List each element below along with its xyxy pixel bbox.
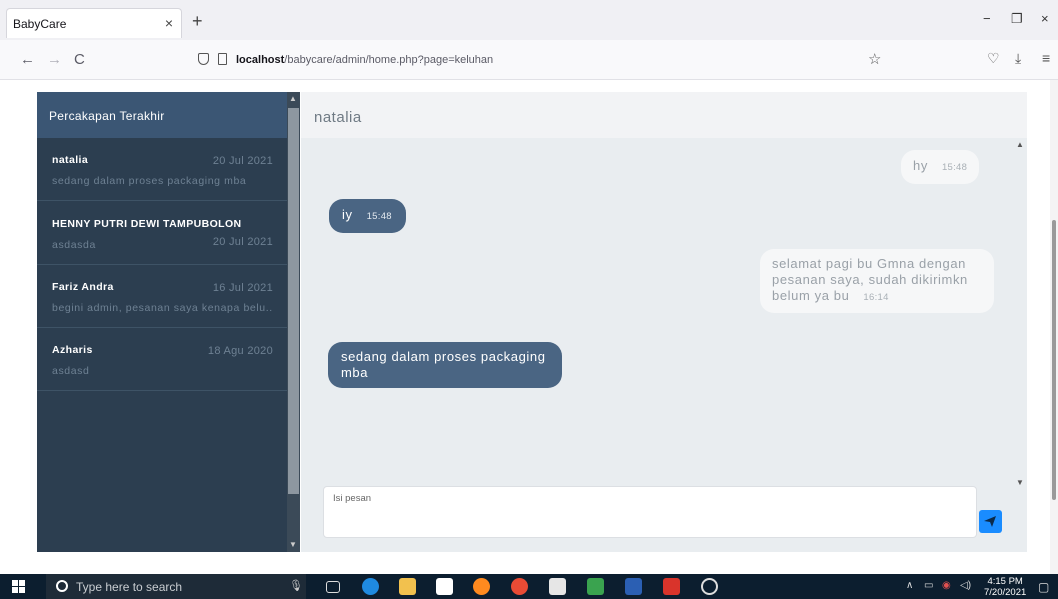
message-bubble-incoming: selamat pagi bu Gmna dengan pesanan saya… — [760, 249, 994, 313]
conversation-sidebar: Percakapan Terakhir natalia 20 Jul 2021 … — [37, 92, 287, 552]
back-icon[interactable]: ← — [20, 51, 35, 68]
taskbar-search[interactable]: Type here to search 🎙 — [46, 574, 306, 599]
download-icon[interactable]: ⤓ — [1015, 50, 1021, 67]
conversation-name: HENNY PUTRI DEWI TAMPUBOLON — [52, 218, 242, 230]
search-circle-icon — [56, 580, 68, 592]
firefox-icon[interactable] — [473, 578, 490, 595]
conversation-item[interactable]: Fariz Andra 16 Jul 2021 begini admin, pe… — [37, 265, 287, 328]
message-time: 15:48 — [366, 211, 392, 222]
word-icon[interactable] — [625, 578, 642, 595]
message-list: hy 15:48 iy 15:48 selamat pagi bu Gmna den… — [301, 138, 1013, 484]
tracking-shield-icon[interactable] — [198, 53, 209, 65]
taskbar-clock[interactable]: 4:15 PM 7/20/2021 — [984, 576, 1026, 598]
message-input[interactable] — [324, 487, 976, 537]
clock-time: 4:15 PM — [987, 576, 1023, 587]
microphone-icon[interactable]: 🎙 — [289, 579, 303, 592]
notification-icon[interactable]: ▢ — [1038, 580, 1049, 594]
tab-title: BabyCare — [13, 17, 67, 31]
page-content: Percakapan Terakhir natalia 20 Jul 2021 … — [0, 80, 1058, 574]
conversation-preview: begini admin, pesanan saya kenapa belu..… — [52, 302, 272, 314]
pocket-icon[interactable]: ♡ — [987, 50, 1000, 67]
message-text: hy — [913, 158, 928, 173]
clock-date: 7/20/2021 — [984, 587, 1027, 598]
scroll-up-icon[interactable]: ▲ — [289, 94, 297, 103]
chat-contact-name: natalia — [301, 92, 1027, 138]
sidebar-scroll-thumb[interactable] — [288, 108, 299, 494]
address-bar[interactable]: localhost/babycare/admin/home.php?page=k… — [190, 45, 890, 75]
message-bubble-incoming: hy 15:48 — [901, 150, 980, 184]
file-explorer-icon[interactable] — [399, 578, 416, 595]
conversation-date: 20 Jul 2021 — [212, 155, 273, 167]
conversation-date: 16 Jul 2021 — [212, 282, 273, 294]
browser-nav-bar: ← → C localhost/babycare/admin/home.php?… — [0, 40, 1058, 80]
browser-tab-bar: BabyCare × + − ❐ × — [0, 0, 1058, 40]
restore-icon[interactable]: ❐ — [1011, 11, 1023, 27]
message-time: 16:14 — [863, 292, 889, 303]
conversation-name: natalia — [52, 154, 89, 166]
forward-icon[interactable]: → — [47, 51, 62, 68]
message-composer — [323, 486, 977, 538]
scroll-down-icon[interactable]: ▼ — [289, 540, 297, 549]
url-host: localhost — [236, 54, 285, 66]
sidebar-scrollbar[interactable]: ▲ ▼ — [287, 92, 300, 552]
mail-icon[interactable] — [436, 578, 453, 595]
reload-icon[interactable]: C — [74, 51, 85, 68]
conversation-name: Azharis — [52, 344, 93, 356]
chat-scrollbar[interactable]: ▲ ▼ — [1013, 138, 1027, 492]
battery-icon[interactable]: ▭ — [924, 580, 933, 591]
message-time: 15:48 — [941, 162, 968, 173]
message-text: sedang dalam proses packaging mba — [341, 349, 546, 380]
store-icon[interactable] — [549, 578, 566, 595]
sidebar-title: Percakapan Terakhir — [37, 92, 287, 138]
volume-icon[interactable]: ◁) — [960, 580, 971, 591]
conversation-item[interactable]: Azharis 18 Agu 2020 asdasd — [37, 328, 287, 391]
page-scrollbar[interactable] — [1050, 80, 1058, 574]
send-icon — [984, 516, 996, 527]
edge-browser-icon[interactable] — [362, 578, 379, 595]
send-button[interactable] — [979, 510, 1002, 533]
network-icon[interactable]: ◉ — [942, 580, 951, 591]
windows-start-icon[interactable] — [12, 580, 26, 594]
scroll-down-icon[interactable]: ▼ — [1016, 478, 1024, 487]
tab-close-icon[interactable]: × — [165, 15, 173, 31]
new-tab-icon[interactable]: + — [192, 11, 203, 32]
message-text: iy — [342, 207, 353, 222]
os-taskbar: Type here to search 🎙 ∧ ▭ ◉ ◁) 4:15 PM 7… — [0, 574, 1058, 599]
conversation-preview: asdasd — [52, 365, 90, 377]
page-scroll-thumb[interactable] — [1052, 220, 1056, 500]
browser-tab[interactable]: BabyCare × — [6, 8, 182, 38]
url-path: /babycare/admin/home.php?page=keluhan — [284, 54, 494, 66]
conversation-date: 18 Agu 2020 — [207, 345, 273, 357]
scroll-up-icon[interactable]: ▲ — [1016, 140, 1024, 149]
taskbar-search-placeholder: Type here to search — [76, 580, 183, 594]
bookmark-star-icon[interactable]: ☆ — [868, 50, 881, 68]
menu-icon[interactable]: ≡ — [1042, 50, 1050, 66]
page-info-icon[interactable] — [218, 53, 227, 65]
window-close-icon[interactable]: × — [1041, 11, 1049, 26]
message-bubble-outgoing: sedang dalam proses packaging mba — [328, 342, 562, 388]
conversation-preview: asdasda — [52, 239, 96, 251]
xampp-icon[interactable] — [587, 578, 604, 595]
url-text[interactable]: localhost/babycare/admin/home.php?page=k… — [236, 54, 493, 66]
conversation-name: Fariz Andra — [52, 281, 114, 293]
tray-chevron-icon[interactable]: ∧ — [906, 580, 913, 591]
conversation-preview: sedang dalam proses packaging mba — [52, 175, 247, 187]
chat-panel: natalia hy 15:48 iy 15:48 selamat pagi bu … — [301, 92, 1027, 552]
settings-gear-icon[interactable] — [701, 578, 718, 595]
conversation-item[interactable]: HENNY PUTRI DEWI TAMPUBOLON 20 Jul 2021 … — [37, 202, 287, 265]
task-view-icon[interactable] — [326, 581, 340, 593]
minimize-icon[interactable]: − — [983, 11, 991, 26]
app-icon[interactable] — [663, 578, 680, 595]
conversation-item[interactable]: natalia 20 Jul 2021 sedang dalam proses … — [37, 138, 287, 201]
chrome-icon[interactable] — [511, 578, 528, 595]
message-bubble-outgoing: iy 15:48 — [329, 199, 406, 233]
